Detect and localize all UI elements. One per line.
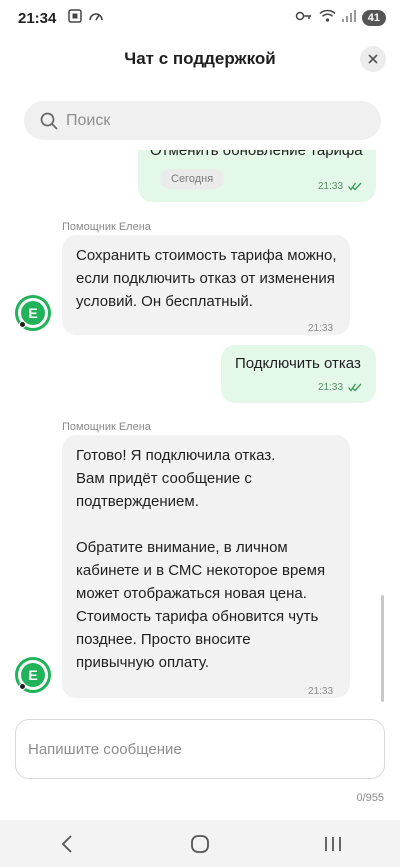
message-composer[interactable] <box>15 719 385 779</box>
page-title: Чат с поддержкой <box>124 49 276 68</box>
message-line <box>76 513 336 536</box>
message-line: кабинете и в СМС некоторое время <box>76 562 326 579</box>
chat-scrollbar[interactable] <box>381 595 384 702</box>
close-icon <box>368 54 378 64</box>
double-check-icon <box>348 383 362 392</box>
home-circle-icon <box>191 834 209 853</box>
sender-name: Помощник Елена <box>62 221 151 233</box>
search-input[interactable] <box>66 111 346 130</box>
status-bar: 21:34 41 <box>0 0 400 36</box>
date-divider: Сегодня <box>160 169 225 189</box>
incoming-message: Готово! Я подключила отказ. Вам придёт с… <box>62 435 350 698</box>
sender-name: Помощник Елена <box>62 421 151 433</box>
status-time: 21:34 <box>18 9 57 27</box>
recent-apps-button[interactable] <box>303 824 363 864</box>
incoming-message: Сохранить стоимость тарифа можно, если п… <box>62 235 350 335</box>
search-icon <box>40 112 58 130</box>
message-line: Обратите внимание, в личном <box>76 539 288 556</box>
message-time: 21:33 <box>308 323 334 334</box>
message-time: 21:33 <box>308 686 334 697</box>
message-text: Сохранить стоимость тарифа можно, если п… <box>76 247 337 310</box>
message-line: может отображаться новая цена. <box>76 585 307 602</box>
close-button[interactable] <box>360 46 386 72</box>
double-check-icon <box>348 182 362 191</box>
back-button[interactable] <box>37 824 97 864</box>
assistant-avatar: E <box>15 295 51 331</box>
message-time: 21:33 <box>318 382 344 393</box>
key-icon <box>295 9 313 27</box>
message-line: Готово! Я подключила отказ. <box>76 447 276 464</box>
message-line: привычную оплату. <box>76 654 210 671</box>
message-line: подтверждением. <box>76 493 199 510</box>
search-box[interactable] <box>24 101 381 140</box>
signal-icon <box>341 9 356 27</box>
assistant-avatar: E <box>15 657 51 693</box>
home-button[interactable] <box>170 824 230 864</box>
message-line: Стоимость тарифа обновится чуть <box>76 608 319 625</box>
message-input[interactable] <box>28 740 372 758</box>
character-counter: 0/955 <box>356 792 384 804</box>
outgoing-message: Подключить отказ 21:33 <box>221 345 376 403</box>
chevron-left-icon <box>61 834 72 853</box>
message-text: Подключить отказ <box>235 355 361 372</box>
recent-apps-icon <box>325 836 342 851</box>
speedometer-icon <box>88 9 104 28</box>
message-text: Отменить обновление тарифа <box>150 150 363 159</box>
wifi-icon <box>319 9 336 27</box>
chat-area[interactable]: Отменить обновление тарифа 21:33 Сегодня… <box>0 150 400 705</box>
screenshot-icon <box>68 8 83 28</box>
message-line: Вам придёт сообщение с <box>76 470 252 487</box>
message-time: 21:33 <box>318 181 344 192</box>
chat-header: Чат с поддержкой <box>0 40 400 78</box>
message-line: позднее. Просто вносите <box>76 631 251 648</box>
system-navigation-bar <box>0 820 400 867</box>
battery-indicator: 41 <box>361 10 386 26</box>
